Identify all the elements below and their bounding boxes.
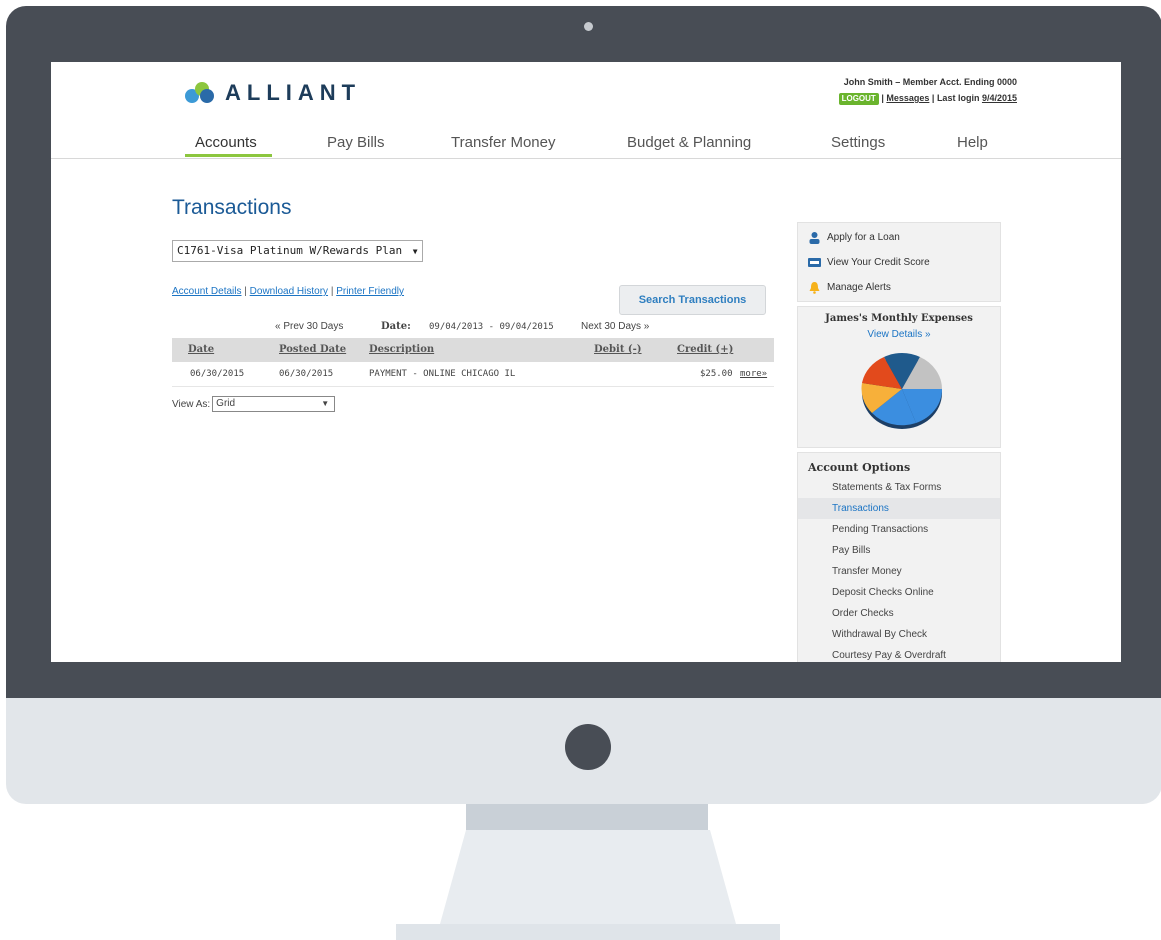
option-pending-transactions[interactable]: Pending Transactions — [798, 519, 1000, 540]
last-login-date[interactable]: 9/4/2015 — [982, 93, 1017, 103]
monthly-expenses-panel: James's Monthly Expenses View Details » — [797, 306, 1001, 448]
option-courtesy-pay[interactable]: Courtesy Pay & Overdraft — [798, 645, 1000, 662]
credit-score-label: View Your Credit Score — [827, 257, 930, 268]
account-links: Account Details | Download History | Pri… — [172, 286, 405, 297]
expenses-title: James's Monthly Expenses — [825, 313, 973, 324]
more-link[interactable]: more» — [740, 369, 767, 379]
date-range: 09/04/2013 - 09/04/2015 — [429, 322, 554, 332]
nav-budget-planning[interactable]: Budget & Planning — [627, 134, 751, 151]
view-as-select[interactable]: Grid ▼ — [212, 396, 336, 412]
logout-button[interactable]: LOGOUT — [838, 93, 879, 105]
option-statements-tax-forms[interactable]: Statements & Tax Forms — [798, 477, 1000, 498]
active-tab-indicator — [185, 154, 272, 157]
quick-links-panel: Apply for a Loan View Your Credit Score … — [797, 222, 1001, 302]
nav-pay-bills[interactable]: Pay Bills — [327, 134, 385, 151]
logo-icon — [185, 82, 219, 104]
transactions-table: Date Posted Date Description Debit (-) C… — [172, 338, 774, 387]
expenses-pie-chart[interactable] — [860, 351, 944, 431]
user-greeting: John Smith – Member Acct. Ending 0000 — [843, 77, 1017, 87]
manage-alerts-link[interactable]: Manage Alerts — [808, 281, 891, 294]
prev-30-days-link[interactable]: « Prev 30 Days — [275, 321, 343, 332]
bell-icon — [809, 282, 820, 294]
column-date[interactable]: Date — [188, 344, 214, 355]
column-posted-date[interactable]: Posted Date — [279, 344, 346, 355]
option-transfer-money[interactable]: Transfer Money — [798, 561, 1000, 582]
option-order-checks[interactable]: Order Checks — [798, 603, 1000, 624]
account-options-panel: Account Options Statements & Tax Forms T… — [797, 452, 1001, 662]
account-select[interactable]: C1761-Visa Platinum W/Rewards Plan ▼ — [172, 240, 423, 262]
download-history-link[interactable]: Download History — [250, 286, 328, 297]
column-description[interactable]: Description — [369, 344, 434, 355]
option-transactions[interactable]: Transactions — [798, 498, 1000, 519]
apply-loan-label: Apply for a Loan — [827, 232, 900, 243]
view-as-control: View As: Grid ▼ — [172, 396, 336, 412]
view-details-link[interactable]: View Details » — [798, 329, 1000, 340]
cell-posted-date: 06/30/2015 — [279, 369, 334, 379]
nav-transfer-money[interactable]: Transfer Money — [451, 134, 555, 151]
person-icon — [809, 232, 820, 244]
last-login-label: Last login — [936, 93, 980, 103]
chevron-down-icon: ▼ — [412, 247, 418, 256]
brand-name: ALLIANT — [225, 80, 362, 105]
monitor-stand — [440, 830, 736, 924]
chevron-down-icon: ▼ — [321, 399, 330, 408]
user-info: John Smith – Member Acct. Ending 0000 LO… — [838, 74, 1017, 106]
option-deposit-checks[interactable]: Deposit Checks Online — [798, 582, 1000, 603]
monitor-neck — [466, 804, 708, 830]
cell-description: PAYMENT - ONLINE CHICAGO IL — [369, 369, 516, 379]
credit-score-icon — [808, 258, 821, 267]
view-as-value: Grid — [216, 398, 236, 409]
next-30-days-link[interactable]: Next 30 Days » — [581, 321, 649, 332]
printer-friendly-link[interactable]: Printer Friendly — [336, 286, 404, 297]
nav-accounts[interactable]: Accounts — [195, 134, 257, 151]
monitor-logo-circle — [565, 724, 611, 770]
credit-score-link[interactable]: View Your Credit Score — [808, 256, 930, 269]
brand-logo[interactable]: ALLIANT — [185, 80, 361, 106]
camera-icon — [584, 22, 593, 31]
date-label: Date: — [381, 321, 411, 332]
column-credit[interactable]: Credit (+) — [677, 344, 733, 355]
search-transactions-button[interactable]: Search Transactions — [619, 285, 766, 315]
manage-alerts-label: Manage Alerts — [827, 282, 891, 293]
page-title: Transactions — [172, 196, 292, 219]
monitor-base — [396, 924, 780, 940]
nav-help[interactable]: Help — [957, 134, 988, 151]
nav-settings[interactable]: Settings — [831, 134, 885, 151]
main-nav: Accounts Pay Bills Transfer Money Budget… — [51, 124, 1121, 159]
apply-loan-link[interactable]: Apply for a Loan — [808, 231, 900, 244]
view-as-label: View As: — [172, 398, 211, 410]
account-details-link[interactable]: Account Details — [172, 286, 241, 297]
screen: ALLIANT John Smith – Member Acct. Ending… — [51, 62, 1121, 662]
account-options-title: Account Options — [808, 461, 911, 474]
cell-credit: $25.00 — [700, 369, 733, 379]
table-header: Date Posted Date Description Debit (-) C… — [172, 338, 774, 362]
cell-date: 06/30/2015 — [190, 369, 245, 379]
column-debit[interactable]: Debit (-) — [594, 344, 642, 355]
account-select-value: C1761-Visa Platinum W/Rewards Plan — [177, 244, 403, 257]
option-withdrawal-by-check[interactable]: Withdrawal By Check — [798, 624, 1000, 645]
table-row: 06/30/2015 06/30/2015 PAYMENT - ONLINE C… — [172, 362, 774, 387]
messages-link[interactable]: Messages — [886, 93, 929, 103]
option-pay-bills[interactable]: Pay Bills — [798, 540, 1000, 561]
